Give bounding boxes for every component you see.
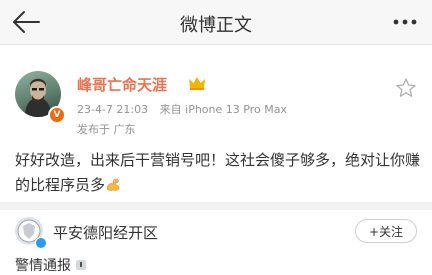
author-name[interactable]: 峰哥亡命天涯 <box>77 74 167 95</box>
page-title: 微博正文 <box>180 15 252 36</box>
quoted-author-name[interactable]: 平安德阳经开区 <box>53 222 158 243</box>
post-content: 好好改造，出来后干营销号吧！这社会傻子够多，绝对让你赚的比程序员多 <box>15 148 420 198</box>
post-text: 好好改造，出来后干营销号吧！这社会傻子够多，绝对让你赚的比程序员多 <box>15 151 421 194</box>
flexed-biceps-emoji-icon <box>106 178 120 191</box>
more-dots-icon[interactable] <box>390 12 420 32</box>
top-nav-bar: 微博正文 <box>0 0 432 45</box>
verified-badge-icon: V <box>48 106 66 124</box>
post-location: 发布于 广东 <box>77 123 136 136</box>
post-meta: 23-4-7 21:03 来自 iPhone 13 Pro Max <box>77 101 295 117</box>
crown-icon <box>189 77 205 90</box>
post-time: 23-4-7 21:03 <box>77 103 149 116</box>
follow-button[interactable]: +关注 <box>355 219 417 243</box>
blue-verified-badge-icon <box>35 237 47 249</box>
quoted-text: 警情通报 <box>15 258 71 274</box>
section-divider <box>0 202 432 210</box>
quoted-text-preview: 警情通报 <box>15 255 87 275</box>
quoted-post[interactable]: 平安德阳经开区 +关注 警情通报 <box>0 210 432 274</box>
favorite-star-icon[interactable] <box>395 77 417 99</box>
post-source: 来自 iPhone 13 Pro Max <box>159 103 287 116</box>
alert-emoji-icon <box>76 260 87 270</box>
